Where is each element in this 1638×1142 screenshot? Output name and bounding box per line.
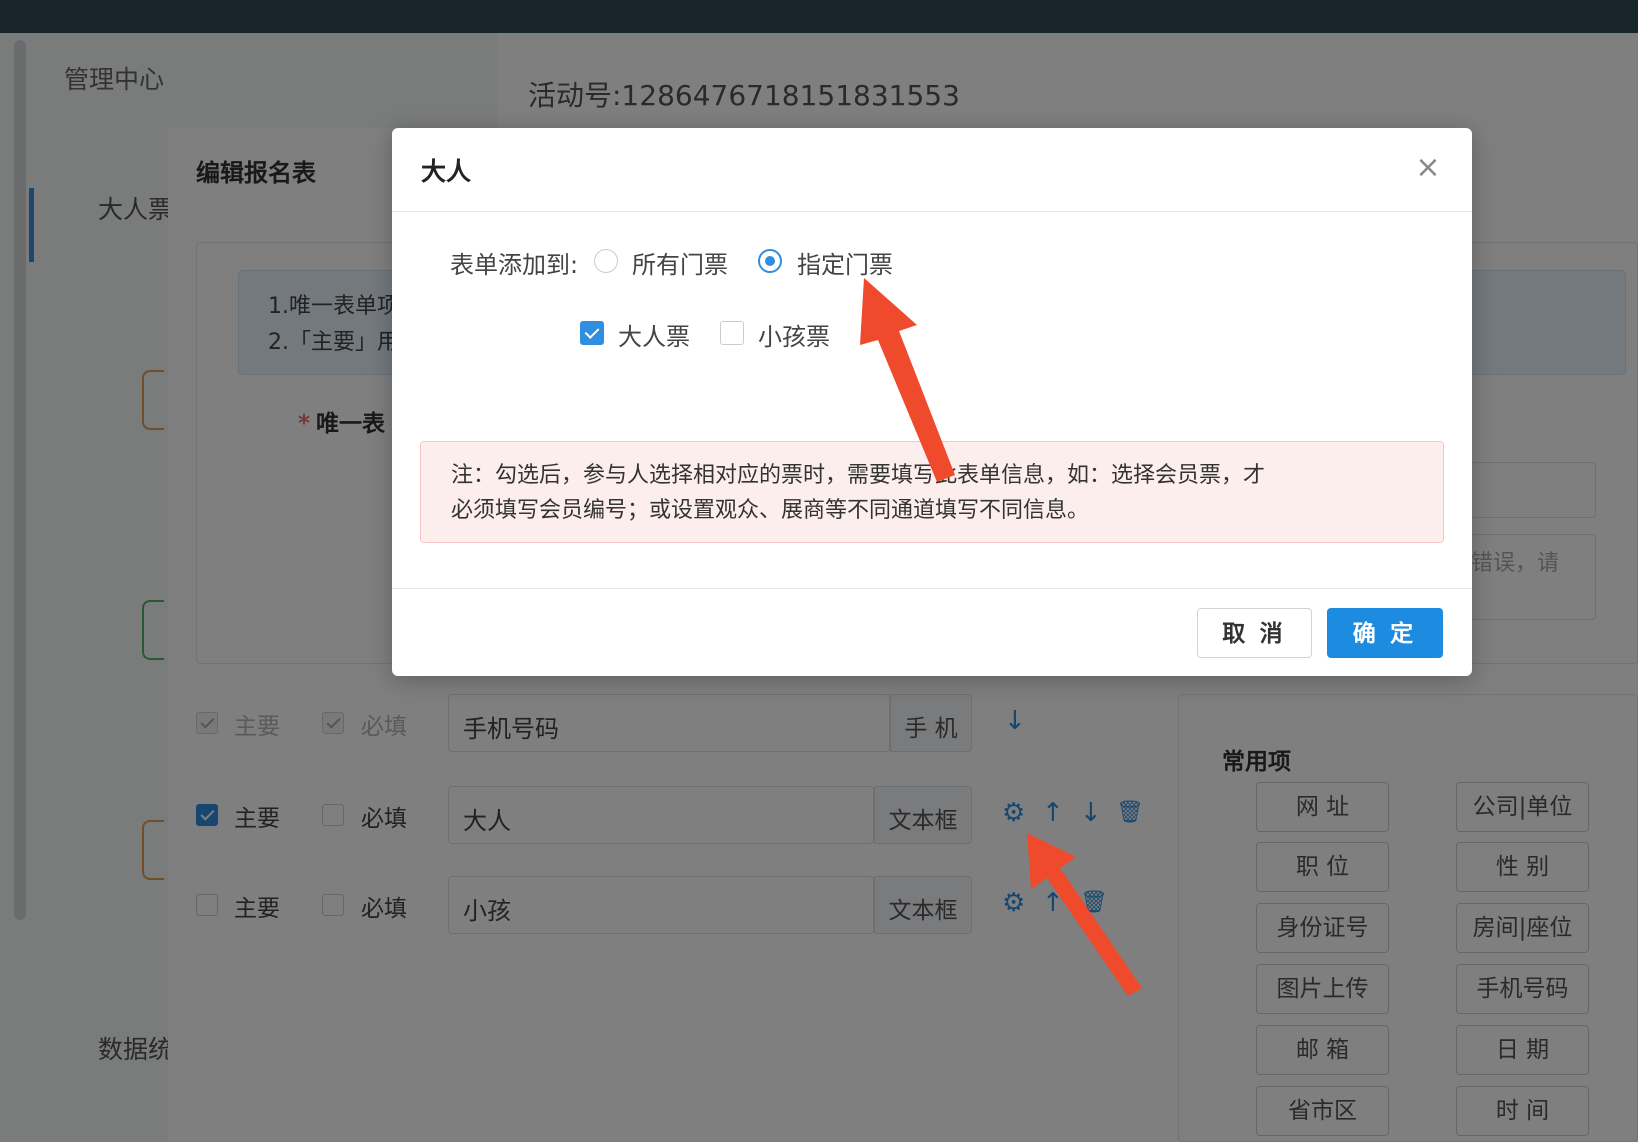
checkbox-adult-ticket-label[interactable]: 大人票 [618,317,690,352]
checkbox-adult-ticket[interactable] [580,321,604,345]
radio-all-tickets-label[interactable]: 所有门票 [632,245,728,280]
radio-all-tickets[interactable] [594,249,618,273]
radio-specified-tickets[interactable] [758,249,782,273]
dialog-header: 大人 × [392,128,1472,212]
add-to-label: 表单添加到: [450,251,579,279]
note-line-2: 必须填写会员编号；或设置观众、展商等不同通道填写不同信息。 [451,498,1090,523]
radio-specified-tickets-label[interactable]: 指定门票 [797,245,893,280]
confirm-button[interactable]: 确 定 [1327,608,1443,658]
close-icon[interactable]: × [1410,152,1446,188]
checkbox-child-ticket-label[interactable]: 小孩票 [758,317,830,352]
cancel-button[interactable]: 取 消 [1197,608,1312,658]
note-line-1: 注：勾选后，参与人选择相对应的票时，需要填写此表单信息，如：选择会员票，才 [451,463,1266,488]
ticket-scope-dialog: 大人 × 表单添加到: 所有门票 指定门票 大人票 小孩票 注：勾选后，参与人选… [392,128,1472,676]
note-box: 注：勾选后，参与人选择相对应的票时，需要填写此表单信息，如：选择会员票，才 必须… [420,441,1444,543]
dialog-title: 大人 [421,157,472,186]
dialog-footer-divider [392,588,1472,589]
checkbox-child-ticket[interactable] [720,321,744,345]
